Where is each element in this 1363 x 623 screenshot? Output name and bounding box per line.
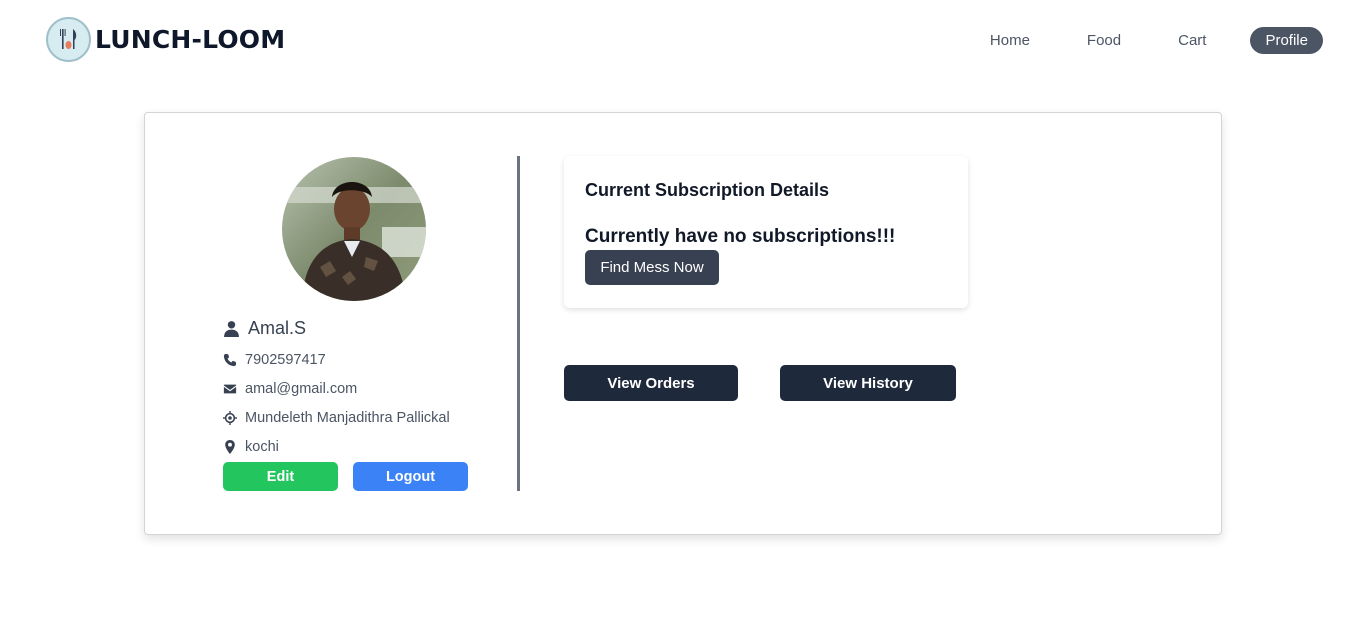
navbar: LUNCH-LOOM Home Food Cart Profile [0, 0, 1363, 80]
nav-profile[interactable]: Profile [1250, 27, 1323, 54]
profile-name-row: Amal.S [223, 315, 513, 341]
profile-city-row: kochi [223, 432, 513, 461]
edit-button[interactable]: Edit [223, 462, 338, 491]
user-icon [224, 320, 239, 337]
crosshair-icon [223, 410, 237, 425]
profile-email: amal@gmail.com [245, 380, 358, 397]
profile-card: Amal.S 7902597417 amal@gmail.com Mundele… [144, 112, 1222, 535]
profile-info: Amal.S 7902597417 amal@gmail.com Mundele… [223, 315, 513, 461]
view-history-button[interactable]: View History [780, 365, 956, 401]
profile-city: kochi [245, 438, 279, 455]
location-pin-icon [225, 439, 235, 454]
nav-cart[interactable]: Cart [1163, 27, 1221, 54]
view-orders-button[interactable]: View Orders [564, 365, 738, 401]
find-mess-button[interactable]: Find Mess Now [585, 250, 719, 285]
profile-address: Mundeleth Manjadithra Pallickal [245, 409, 450, 426]
phone-icon [223, 353, 237, 366]
envelope-icon [223, 384, 237, 393]
avatar [282, 157, 426, 301]
profile-phone-row: 7902597417 [223, 345, 513, 374]
subscription-title: Current Subscription Details [585, 180, 830, 200]
subscription-status: Currently have no subscriptions!!! [585, 226, 896, 247]
profile-email-row: amal@gmail.com [223, 374, 513, 403]
profile-address-row: Mundeleth Manjadithra Pallickal [223, 403, 513, 432]
subscription-panel: Current Subscription Details Currently h… [564, 156, 968, 308]
logout-button[interactable]: Logout [353, 462, 468, 491]
brand-name: LUNCH-LOOM [95, 25, 286, 54]
nav-links: Home Food Cart Profile [948, 27, 1323, 54]
profile-phone: 7902597417 [245, 351, 326, 368]
fork-knife-logo-icon [46, 17, 91, 62]
profile-name: Amal.S [248, 317, 307, 338]
nav-food[interactable]: Food [1072, 27, 1136, 54]
brand[interactable]: LUNCH-LOOM [46, 17, 285, 62]
vertical-divider [517, 156, 520, 491]
nav-home[interactable]: Home [975, 27, 1045, 54]
